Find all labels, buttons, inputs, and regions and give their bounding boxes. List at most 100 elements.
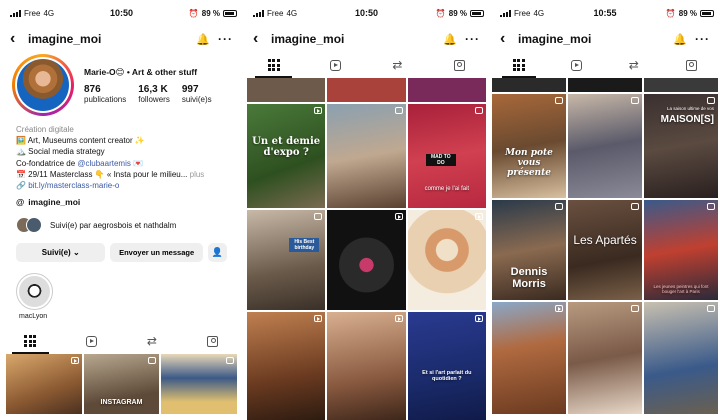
bell-icon[interactable]: 🔔 (673, 33, 687, 46)
grid-icon (512, 59, 525, 71)
bell-icon[interactable]: 🔔 (196, 33, 210, 46)
add-user-button[interactable]: 👤 (207, 243, 227, 263)
alarm-icon: ⏰ (435, 8, 446, 18)
tab-reposts[interactable]: ⇄ (122, 328, 183, 354)
stat-publications[interactable]: 876 publications (84, 84, 126, 104)
avatar (17, 59, 69, 111)
grid-post[interactable] (327, 104, 406, 208)
profile-screen: Free 4G 10:50 ⏰ 89 % ‹ imagine_moi 🔔 ···… (0, 0, 243, 420)
tab-tagged[interactable] (428, 52, 490, 78)
mention-link[interactable]: @clubaartemis (77, 159, 130, 168)
threads-badge[interactable]: @ imagine_moi (0, 191, 243, 207)
grid-post[interactable] (407, 78, 486, 102)
carousel-icon (707, 203, 715, 210)
tab-grid[interactable] (0, 328, 61, 355)
battery-label: 89 % (678, 8, 697, 18)
tagged-icon (207, 335, 219, 347)
followed-by[interactable]: Suivi(e) par aegrosbois et nathdalm (0, 207, 243, 234)
grid-post[interactable]: Dennis Morris (492, 200, 566, 300)
profile-tabs: ⇄ (0, 328, 243, 355)
follow-button[interactable]: Suivi(e) ⌄ (16, 243, 106, 263)
status-bar: Free 4G 10:50 ⏰ 89 % (243, 0, 490, 26)
tab-reels[interactable] (305, 52, 367, 78)
network-label: 4G (286, 8, 298, 18)
tab-tagged[interactable] (663, 52, 720, 78)
tab-reels[interactable] (61, 328, 122, 354)
grid-post[interactable]: La saison ultime de vos MAISON[S] (644, 94, 718, 198)
signal-icon (10, 9, 21, 17)
reel-icon (314, 315, 323, 322)
grid-post[interactable] (568, 94, 642, 198)
tab-reels[interactable] (548, 52, 606, 78)
tab-grid[interactable] (243, 52, 305, 78)
highlight-label: macLyon (19, 313, 48, 321)
grid-post[interactable] (161, 354, 237, 415)
grid-post[interactable] (568, 78, 642, 92)
carrier-label: Free (24, 8, 41, 18)
carousel-icon (707, 97, 715, 104)
avatar (26, 217, 42, 234)
more-link[interactable]: plus (187, 170, 205, 179)
grid-post[interactable]: INSTAGRAM (83, 354, 160, 415)
grid-post[interactable] (407, 210, 486, 310)
post-grid: Un et demie d'expo ? MAD TO DO comme je l… (243, 78, 490, 420)
more-dots-icon[interactable]: ··· (465, 32, 480, 46)
grid-post[interactable] (6, 354, 82, 415)
profile-header: ‹ imagine_moi 🔔 ··· (490, 26, 720, 52)
grid-post[interactable]: Mon pote vous présente (492, 94, 566, 198)
carousel-icon (394, 107, 403, 114)
message-button[interactable]: Envoyer un message (110, 243, 203, 263)
grid-post[interactable]: MAD TO DO comme je l'ai fait (407, 104, 486, 208)
tab-grid[interactable] (490, 52, 548, 78)
grid-post[interactable] (327, 78, 406, 102)
add-user-icon: 👤 (211, 247, 223, 258)
carrier-label: Free (267, 8, 284, 18)
tagged-icon (685, 59, 697, 71)
story-highlight[interactable]: macLyon (0, 262, 70, 320)
stat-following[interactable]: 997 suivi(e)s (182, 84, 212, 104)
profile-header: ‹ imagine_moi 🔔 ··· (243, 26, 490, 52)
carousel-icon (631, 97, 639, 104)
chevron-left-icon[interactable]: ‹ (253, 31, 263, 47)
more-dots-icon[interactable]: ··· (218, 32, 233, 46)
reel-icon (475, 315, 483, 322)
profile-actions: Suivi(e) ⌄ Envoyer un message 👤 (0, 233, 243, 263)
signal-icon (253, 9, 264, 17)
carousel-icon (631, 203, 639, 210)
chevron-left-icon[interactable]: ‹ (500, 31, 510, 47)
grid-post[interactable] (568, 302, 642, 414)
grid-post[interactable] (644, 302, 718, 414)
tab-reposts[interactable]: ⇄ (605, 52, 663, 78)
reel-icon (475, 213, 483, 220)
avatar-story-ring[interactable] (12, 54, 74, 116)
grid-post[interactable]: Un et demie d'expo ? (247, 104, 326, 208)
profile-tabs: ⇄ (243, 52, 490, 78)
grid-post[interactable] (247, 78, 326, 102)
grid-post[interactable] (327, 210, 406, 310)
grid-post[interactable]: Et si l'art parlait du quotidien ? (407, 312, 486, 420)
grid-post[interactable]: Les Apartés (568, 200, 642, 300)
grid-post[interactable] (247, 312, 326, 420)
bio-link[interactable]: 🔗 bit.ly/masterclass-marie-o (16, 180, 231, 191)
tab-tagged[interactable] (182, 328, 243, 354)
battery-label: 89 % (201, 8, 220, 18)
bell-icon[interactable]: 🔔 (443, 33, 457, 46)
grid-post[interactable]: Les jeunes peintres qui font bouger l'ar… (644, 200, 718, 300)
category-label: Création digitale (16, 125, 74, 134)
header-username: imagine_moi (518, 32, 592, 46)
tab-reposts[interactable]: ⇄ (367, 52, 429, 78)
bio-line: 🏔️ Social media strategy (16, 147, 105, 157)
grid-post[interactable] (492, 78, 566, 92)
grid-post[interactable] (492, 302, 566, 414)
grid-post[interactable] (644, 78, 718, 92)
grid-post[interactable]: His Best birthday (247, 210, 326, 310)
carousel-icon (475, 107, 483, 114)
more-dots-icon[interactable]: ··· (695, 32, 710, 46)
alarm-icon: ⏰ (188, 8, 199, 18)
carousel-icon (631, 305, 639, 312)
bio-line: 📅 29/11 Masterclass 👇 « Insta pour le mi… (16, 169, 205, 179)
grid-post[interactable] (327, 312, 406, 420)
chevron-left-icon[interactable]: ‹ (10, 31, 20, 47)
stat-followers[interactable]: 16,3 K followers (138, 84, 170, 104)
post-grid: INSTAGRAM (0, 354, 243, 415)
